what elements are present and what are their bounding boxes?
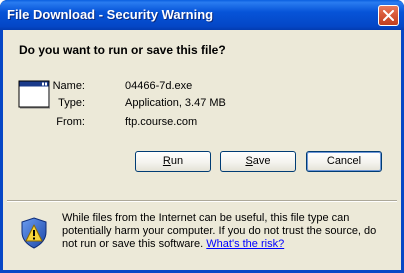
security-warning-dialog: File Download - Security Warning Do you … (0, 0, 404, 273)
run-button-accesskey: R (162, 155, 171, 167)
file-source-value: ftp.course.com (125, 116, 198, 128)
run-button[interactable]: Run (135, 151, 211, 172)
save-button[interactable]: Save (220, 151, 296, 172)
dialog-body: Do you want to run or save this file? Na… (3, 30, 401, 270)
save-button-accesskey: S (245, 155, 253, 167)
cancel-button[interactable]: Cancel (306, 151, 382, 172)
file-type-value: Application, 3.47 MB (125, 97, 226, 109)
file-source-row: From: ftp.course.com (25, 116, 285, 132)
security-shield-warning-icon (21, 217, 47, 249)
close-icon (383, 10, 394, 21)
file-type-row: Type: Application, 3.47 MB (25, 97, 285, 113)
file-name-value: 04466-7d.exe (125, 80, 193, 92)
whats-the-risk-link[interactable]: What's the risk? (206, 238, 284, 250)
close-button[interactable] (378, 5, 399, 26)
file-source-label: From: (56, 116, 85, 128)
save-button-label-rest: ave (252, 155, 271, 167)
title-bar[interactable]: File Download - Security Warning (0, 0, 404, 30)
file-name-label: Name: (52, 80, 85, 92)
window-title: File Download - Security Warning (7, 7, 214, 22)
dialog-question: Do you want to run or save this file? (19, 43, 226, 57)
file-name-row: Name: 04466-7d.exe (25, 80, 285, 96)
run-button-label-rest: un (170, 155, 184, 167)
security-warning-text: While files from the Internet can be use… (62, 212, 392, 251)
separator (7, 200, 397, 202)
file-type-label: Type: (58, 97, 85, 109)
